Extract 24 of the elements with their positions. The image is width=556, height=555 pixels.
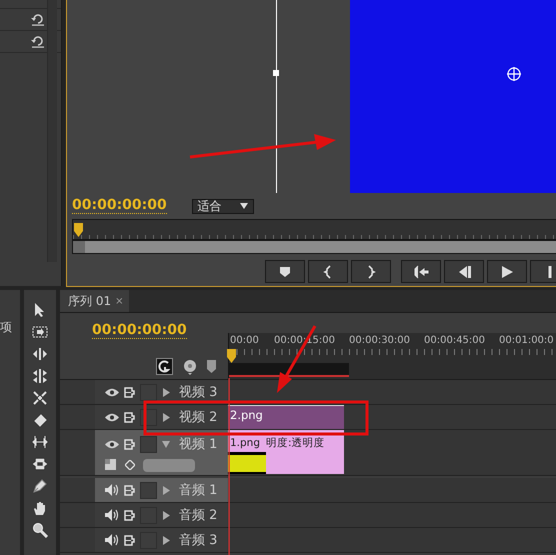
clip[interactable]: 2.png — [228, 405, 344, 429]
ruler-label: 00:01:00:0 — [499, 335, 555, 346]
track-header[interactable]: 音频 1 — [60, 478, 228, 502]
ruler-label: 00:00:30:00 — [349, 335, 412, 346]
track-name: 视频 1 — [179, 436, 218, 453]
track-name: 视频 3 — [179, 384, 218, 401]
clip-name: 2.png — [230, 408, 263, 422]
timecode[interactable]: 00:00:00:00 — [72, 198, 167, 214]
ruler-label: 00:00 — [230, 335, 260, 346]
track-name: 音频 2 — [179, 507, 218, 524]
track-lane[interactable]: 1.png 明度:透明度 — [228, 430, 556, 475]
panel-label: 项 — [0, 319, 12, 336]
fit-dropdown[interactable]: 适合 — [192, 198, 254, 214]
sequence-tab[interactable]: 序列 01 × — [60, 290, 130, 312]
timecode[interactable]: 00:00:00:00 — [92, 323, 187, 339]
clip[interactable]: 1.png 明度:透明度 — [228, 430, 344, 474]
track-name: 视频 2 — [179, 409, 218, 426]
clip-name: 1.png — [230, 437, 260, 449]
clip-effect: 明度:透明度 — [266, 436, 326, 450]
track-header[interactable]: 视频 1 — [60, 430, 228, 475]
ruler-label: 00:00:45:00 — [424, 335, 486, 346]
track-name: 音频 1 — [179, 482, 218, 499]
track-name: 音频 3 — [179, 532, 218, 549]
track-lane[interactable]: 2.png — [228, 405, 556, 429]
